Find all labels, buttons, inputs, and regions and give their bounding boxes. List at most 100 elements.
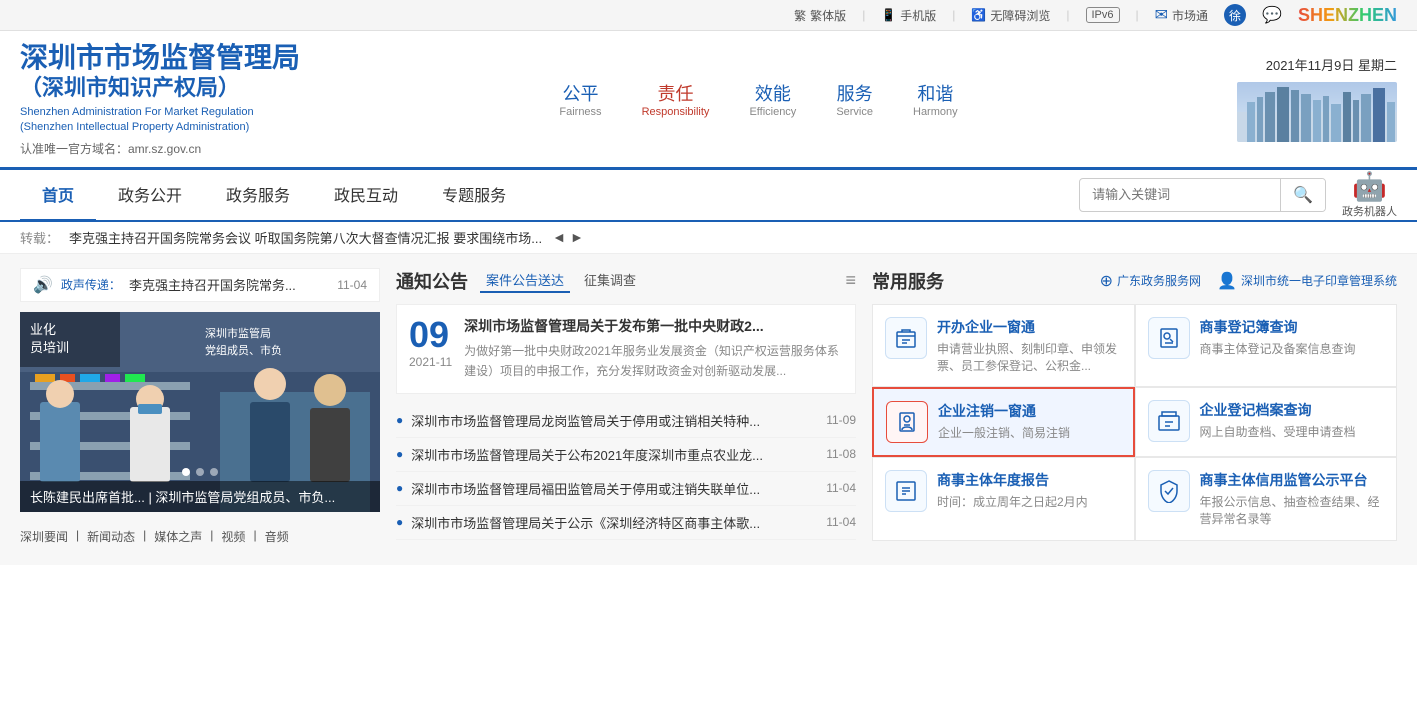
news-dot-1[interactable] <box>182 468 190 476</box>
annual-report-icon-box <box>885 470 927 512</box>
notice-item-0[interactable]: ● 深圳市市场监督管理局龙岗监管局关于停用或注销相关特种... 11-09 <box>396 404 856 438</box>
nav-citizen-interact[interactable]: 政民互动 <box>312 170 420 222</box>
notice-more[interactable]: ≡ <box>845 270 856 291</box>
guangdong-icon: ⊕ <box>1100 271 1113 291</box>
domain-label: 认准唯一官方域名：amr.sz.gov.cn <box>20 140 340 157</box>
voice-label: 政声传递： <box>61 276 121 293</box>
market-btn[interactable]: ✉ 市场通 <box>1155 5 1208 25</box>
footer-news-links: 深圳要闻 | 新闻动态 | 媒体之声 | 视频 | 音频 <box>20 522 380 551</box>
voice-icon: 🔊 <box>33 275 53 295</box>
notice-year: 2021-11 <box>409 355 452 369</box>
news-image-area: 业化 员培训 深圳市监管局 党组成员、市负 长陈建民出席首批... | 深圳市监… <box>20 312 380 512</box>
service-item-credit-platform[interactable]: 商事主体信用监管公示平台 年报公示信息、抽查检查结果、经营异常名录等 <box>1135 457 1398 541</box>
ipv6-btn[interactable]: IPv6 <box>1086 7 1120 23</box>
service-grid: 开办企业一窗通 申请营业执照、刻制印章、申领发票、员工参保登记、公积金... 商… <box>872 304 1397 541</box>
slogan-harmony: 和谐 Harmony <box>913 80 958 118</box>
notice-item-title-3: 深圳市市场监督管理局关于公示《深圳经济特区商事主体歌... <box>411 513 818 532</box>
credit-platform-info: 商事主体信用监管公示平台 年报公示信息、抽查检查结果、经营异常名录等 <box>1200 470 1385 528</box>
voice-bar: 🔊 政声传递： 李克强主持召开国务院常务... 11-04 <box>20 268 380 302</box>
middle-column: 通知公告 案件公告送达 征集调查 ≡ 09 2021-11 深圳市场监督管理局关… <box>396 268 856 551</box>
service-item-annual-report[interactable]: 商事主体年度报告 时间：成立周年之日起2月内 <box>872 457 1135 541</box>
notice-day: 09 <box>409 317 452 353</box>
biz-register-icon-box <box>1148 317 1190 359</box>
robot-icon: 🤖 <box>1352 170 1387 203</box>
notice-tab-1[interactable]: 征集调查 <box>578 268 642 293</box>
footer-link-1[interactable]: 新闻动态 <box>87 528 135 545</box>
news-dot-2[interactable] <box>196 468 204 476</box>
traditional-btn[interactable]: 繁 繁体版 <box>794 7 846 24</box>
footer-link-4[interactable]: 音频 <box>265 528 289 545</box>
biz-register-info: 商事登记簿查询 商事主体登记及备案信息查询 <box>1200 317 1385 358</box>
annual-report-desc: 时间：成立周年之日起2月内 <box>937 494 1122 511</box>
company-archive-desc: 网上自助查档、受理申请查档 <box>1200 424 1385 441</box>
seal-icon: 👤 <box>1217 271 1237 291</box>
search-input[interactable] <box>1080 187 1280 202</box>
open-company-icon-box <box>885 317 927 359</box>
slogan-efficiency: 效能 Efficiency <box>749 80 796 118</box>
notice-bullet-0: ● <box>396 413 403 427</box>
robot-btn[interactable]: 🤖 政务机器人 <box>1342 170 1397 219</box>
header-date: 2021年11月9日 星期二 <box>1266 55 1397 74</box>
ipv6-label: IPv6 <box>1086 7 1120 23</box>
open-company-info: 开办企业一窗通 申请营业执照、刻制印章、申领发票、员工参保登记、公积金... <box>937 317 1122 375</box>
company-cancel-info: 企业注销一窗通 企业一般注销、简易注销 <box>938 401 1121 442</box>
徐-btn[interactable]: 徐 <box>1224 4 1246 26</box>
svg-text:员培训: 员培训 <box>30 340 69 355</box>
accessibility-label: 无障碍浏览 <box>990 7 1050 24</box>
nav-special-service[interactable]: 专题服务 <box>420 170 528 222</box>
notice-item-title-0: 深圳市市场监督管理局龙岗监管局关于停用或注销相关特种... <box>411 411 818 430</box>
footer-link-2[interactable]: 媒体之声 <box>154 528 202 545</box>
mobile-btn[interactable]: 📱 手机版 <box>881 7 936 24</box>
nav-gov-open[interactable]: 政务公开 <box>96 170 204 222</box>
left-column: 🔊 政声传递： 李克强主持召开国务院常务... 11-04 <box>20 268 380 551</box>
svg-text:业化: 业化 <box>30 322 56 337</box>
city-image <box>1237 82 1397 142</box>
service-item-company-cancel[interactable]: 企业注销一窗通 企业一般注销、简易注销 <box>872 387 1135 457</box>
ticker-prev[interactable]: ◄ <box>552 229 566 245</box>
annual-report-name: 商事主体年度报告 <box>937 470 1122 490</box>
service-link-seal[interactable]: 👤 深圳市统一电子印章管理系统 <box>1217 271 1397 291</box>
top-bar: 繁 繁体版 | 📱 手机版 | ♿ 无障碍浏览 | IPv6 | ✉ 市场通 徐… <box>0 0 1417 31</box>
robot-label: 政务机器人 <box>1342 203 1397 219</box>
nav-gov-service[interactable]: 政务服务 <box>204 170 312 222</box>
service-link-guangdong[interactable]: ⊕ 广东政务服务网 <box>1100 271 1201 291</box>
notice-featured-title[interactable]: 深圳市场监督管理局关于发布第一批中央财政2... <box>464 317 843 337</box>
slogan-row: 公平 Fairness 责任 Responsibility 效能 Efficie… <box>559 80 957 118</box>
header: 深圳市市场监督管理局 （深圳市知识产权局） Shenzhen Administr… <box>0 31 1417 170</box>
notice-tab-0[interactable]: 案件公告送达 <box>480 268 570 293</box>
notice-item-date-2: 11-04 <box>826 481 856 495</box>
notice-item-3[interactable]: ● 深圳市市场监督管理局关于公示《深圳经济特区商事主体歌... 11-04 <box>396 506 856 540</box>
open-company-desc: 申请营业执照、刻制印章、申领发票、员工参保登记、公积金... <box>937 341 1122 375</box>
service-item-company-archive[interactable]: 企业登记档案查询 网上自助查档、受理申请查档 <box>1135 387 1398 457</box>
shenzhen-gov-btn[interactable]: SHENZHEN <box>1298 5 1397 26</box>
voice-date: 11-04 <box>337 278 367 292</box>
notice-tabs: 案件公告送达 征集调查 <box>480 268 642 293</box>
notice-featured[interactable]: 09 2021-11 深圳市场监督管理局关于发布第一批中央财政2... 为做好第… <box>396 304 856 394</box>
company-cancel-name: 企业注销一窗通 <box>938 401 1121 421</box>
ticker-nav[interactable]: ◄ ► <box>552 229 584 245</box>
notice-bullet-1: ● <box>396 447 403 461</box>
ticker-next[interactable]: ► <box>570 229 584 245</box>
credit-platform-name: 商事主体信用监管公示平台 <box>1200 470 1385 490</box>
search-button[interactable]: 🔍 <box>1280 179 1325 211</box>
notice-item-2[interactable]: ● 深圳市市场监督管理局福田监管局关于停用或注销失联单位... 11-04 <box>396 472 856 506</box>
service-header: 常用服务 ⊕ 广东政务服务网 👤 深圳市统一电子印章管理系统 <box>872 268 1397 294</box>
notice-date-block: 09 2021-11 深圳市场监督管理局关于发布第一批中央财政2... 为做好第… <box>409 317 843 381</box>
voice-text: 李克强主持召开国务院常务... <box>129 275 329 294</box>
search-box[interactable]: 🔍 <box>1079 178 1326 212</box>
service-item-biz-register[interactable]: 商事登记簿查询 商事主体登记及备案信息查询 <box>1135 304 1398 388</box>
notice-item-1[interactable]: ● 深圳市市场监督管理局关于公布2021年度深圳市重点农业龙... 11-08 <box>396 438 856 472</box>
guangdong-label: 广东政务服务网 <box>1117 272 1201 289</box>
footer-link-0[interactable]: 深圳要闻 <box>20 528 68 545</box>
service-item-open-company[interactable]: 开办企业一窗通 申请营业执照、刻制印章、申领发票、员工参保登记、公积金... <box>872 304 1135 388</box>
notice-item-date-3: 11-04 <box>826 515 856 529</box>
title-en: Shenzhen Administration For Market Regul… <box>20 105 340 136</box>
news-dots <box>182 468 218 476</box>
nav-home[interactable]: 首页 <box>20 170 96 222</box>
wechat-btn[interactable]: 💬 <box>1262 5 1282 25</box>
accessibility-btn[interactable]: ♿ 无障碍浏览 <box>971 7 1050 24</box>
notice-bullet-2: ● <box>396 481 403 495</box>
news-dot-3[interactable] <box>210 468 218 476</box>
footer-link-3[interactable]: 视频 <box>221 528 245 545</box>
credit-platform-desc: 年报公示信息、抽查检查结果、经营异常名录等 <box>1200 494 1385 528</box>
